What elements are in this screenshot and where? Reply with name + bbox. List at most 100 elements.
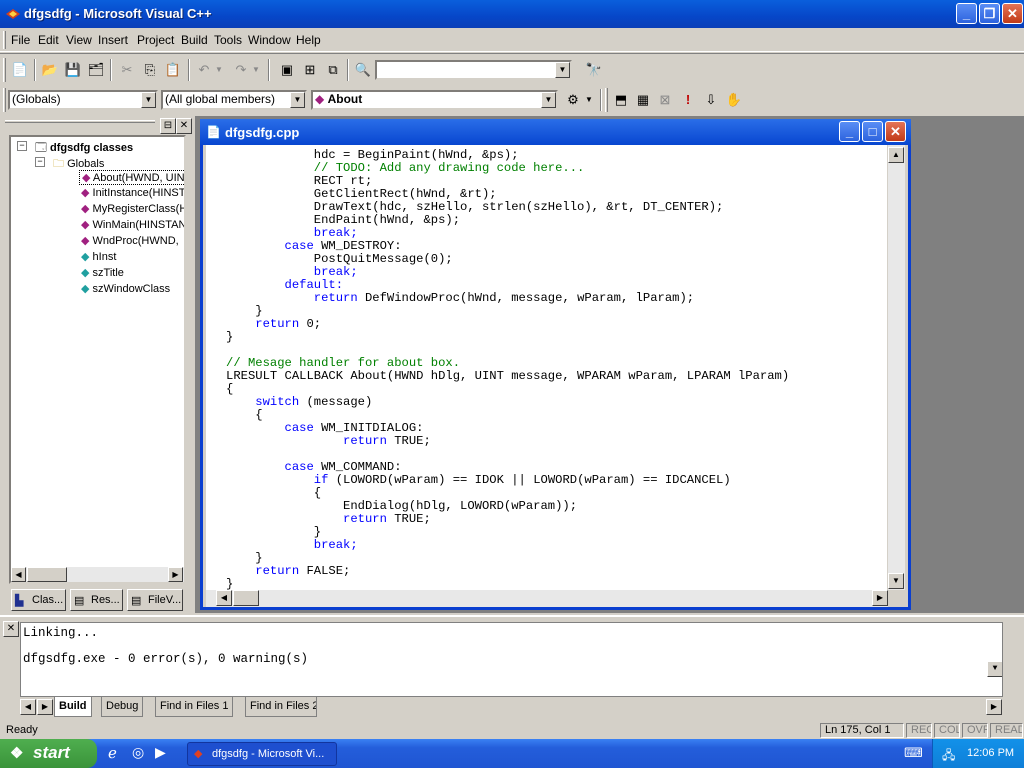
scope-combo[interactable]: (Globals) ▼ <box>8 90 158 110</box>
chevron-down-icon[interactable]: ▼ <box>141 92 156 108</box>
menu-edit[interactable]: Edit <box>38 33 59 47</box>
scroll-thumb[interactable] <box>27 567 67 582</box>
title-bar[interactable]: dfgsdfg - Microsoft Visual C++ _ ❐ ✕ <box>0 0 1024 28</box>
class-view-tree[interactable]: − 🗔 dfgsdfg classes − 🗀 Globals ◆ About(… <box>9 135 186 584</box>
taskbar-item-visual-cpp[interactable]: ◆ dfgsdfg - Microsoft Vi... <box>187 742 337 766</box>
output-toggle-icon[interactable]: ⊞ <box>299 59 321 81</box>
tab-find-in-files-1[interactable]: Find in Files 1 <box>155 697 234 717</box>
new-text-file-icon[interactable]: 📄 <box>9 59 31 81</box>
save-icon[interactable]: 💾 <box>62 59 84 81</box>
output-text[interactable]: Linking... dfgsdfg.exe - 0 error(s), 0 w… <box>20 622 1003 697</box>
undo-dropdown-icon[interactable]: ▼ <box>213 59 225 81</box>
stop-build-icon[interactable]: ⊠ <box>654 89 676 111</box>
code-area[interactable]: hdc = BeginPaint(hWnd, &ps); // TODO: Ad… <box>206 145 887 590</box>
media-player-icon[interactable]: ▶ <box>155 744 166 761</box>
cut-icon[interactable]: ✂ <box>116 59 138 81</box>
members-combo[interactable]: (All global members) ▼ <box>161 90 307 110</box>
execute-icon[interactable]: ! <box>677 89 699 111</box>
toolbar-grip[interactable] <box>3 88 6 112</box>
menu-file[interactable]: File <box>11 33 30 47</box>
open-folder-icon[interactable]: 📂 <box>39 59 61 81</box>
find-combo[interactable]: ▼ <box>375 60 572 80</box>
tab-build[interactable]: Build <box>54 697 92 717</box>
pane-close-icon[interactable]: ✕ <box>176 118 192 134</box>
chevron-down-icon[interactable]: ▼ <box>290 92 305 108</box>
menu-view[interactable]: View <box>66 33 92 47</box>
tree-item[interactable]: ◆ szWindowClass <box>81 282 170 295</box>
collapse-icon[interactable]: − <box>17 141 27 151</box>
tab-class-view[interactable]: ▙ Clas... <box>11 589 66 611</box>
scroll-left-icon[interactable]: ◀ <box>216 590 232 606</box>
scroll-right-icon[interactable]: ▶ <box>37 699 53 715</box>
tree-item[interactable]: ◆ szTitle <box>81 266 124 279</box>
pane-close-icon[interactable]: ✕ <box>3 621 19 637</box>
build-icon[interactable]: ▦ <box>632 89 654 111</box>
scroll-left-icon[interactable]: ◀ <box>11 567 26 582</box>
editor-close-button[interactable]: ✕ <box>885 121 906 142</box>
editor-hscroll[interactable]: ◀ ▶ <box>206 590 888 607</box>
toolbar-grip[interactable] <box>605 88 608 112</box>
editor-title-bar[interactable]: 📄 dfgsdfg.cpp _ □ ✕ <box>200 119 911 145</box>
compile-icon[interactable]: ⬒ <box>610 89 632 111</box>
chevron-down-icon[interactable]: ▼ <box>541 92 556 108</box>
maximize-button[interactable]: ❐ <box>979 3 1000 24</box>
editor-maximize-button[interactable]: □ <box>862 121 883 142</box>
menu-window[interactable]: Window <box>248 33 291 47</box>
wizard-action-icon[interactable]: ⚙ <box>562 89 584 111</box>
scroll-down-icon[interactable]: ▼ <box>888 573 904 589</box>
close-button[interactable]: ✕ <box>1002 3 1023 24</box>
menu-insert[interactable]: Insert <box>98 33 128 47</box>
scroll-down-icon[interactable]: ▼ <box>987 661 1002 677</box>
outlook-express-icon[interactable]: ◎ <box>132 744 144 761</box>
tree-hscroll[interactable]: ◀ ▶ <box>11 567 184 582</box>
window-list-icon[interactable]: ⧉ <box>322 59 344 81</box>
start-button[interactable]: ❖ start <box>0 739 97 768</box>
menu-tools[interactable]: Tools <box>214 33 242 47</box>
network-icon[interactable]: 🖧 <box>942 746 955 767</box>
keyboard-icon[interactable]: ⌨ <box>904 745 923 761</box>
tree-item[interactable]: ◆ About(HWND, UIN <box>79 170 184 185</box>
tree-item[interactable]: ◆ InitInstance(HINST <box>81 186 184 199</box>
minimize-button[interactable]: _ <box>956 3 977 24</box>
scroll-up-icon[interactable]: ▲ <box>888 147 904 163</box>
tree-item[interactable]: ◆ WinMain(HINSTAN <box>81 218 184 231</box>
save-all-icon[interactable]: 🗂 <box>85 59 107 81</box>
pane-grip[interactable] <box>5 120 155 123</box>
function-combo[interactable]: ◆ About ▼ <box>311 90 558 110</box>
tree-item[interactable]: ◆ MyRegisterClass(H <box>81 202 184 215</box>
redo-dropdown-icon[interactable]: ▼ <box>250 59 262 81</box>
scroll-left-icon[interactable]: ◀ <box>20 699 36 715</box>
wizard-dropdown-icon[interactable]: ▼ <box>583 89 595 111</box>
scroll-right-icon[interactable]: ▶ <box>872 590 888 606</box>
tree-item[interactable]: ◆ hInst <box>81 250 116 263</box>
editor-vscroll[interactable]: ▲ ▼ <box>888 145 905 590</box>
scroll-right-icon[interactable]: ▶ <box>168 567 183 582</box>
go-icon[interactable]: ⇩ <box>700 89 722 111</box>
scroll-right-icon[interactable]: ▶ <box>986 699 1002 715</box>
menu-project[interactable]: Project <box>137 33 174 47</box>
paste-icon[interactable]: 📋 <box>162 59 184 81</box>
collapse-icon[interactable]: − <box>35 157 45 167</box>
tab-resource-view[interactable]: ▤ Res... <box>70 589 123 611</box>
undo-icon[interactable]: ↶ <box>193 59 215 81</box>
internet-explorer-icon[interactable]: ℯ <box>108 744 117 762</box>
find-icon[interactable]: 🔭 <box>583 59 605 81</box>
tab-find-in-files-2[interactable]: Find in Files 2 <box>245 697 317 717</box>
redo-icon[interactable]: ↷ <box>230 59 252 81</box>
scroll-thumb[interactable] <box>233 590 259 606</box>
editor-minimize-button[interactable]: _ <box>839 121 860 142</box>
clock[interactable]: 12:06 PM <box>967 747 1014 759</box>
menu-help[interactable]: Help <box>296 33 321 47</box>
menu-grip[interactable] <box>3 31 6 49</box>
workspace-toggle-icon[interactable]: ▣ <box>276 59 298 81</box>
tab-file-view[interactable]: ▤ FileV... <box>127 589 183 611</box>
tree-item[interactable]: ◆ WndProc(HWND, <box>81 234 179 247</box>
find-in-files-icon[interactable]: 🔍 <box>352 59 374 81</box>
menu-build[interactable]: Build <box>181 33 208 47</box>
tab-debug[interactable]: Debug <box>101 697 144 717</box>
breakpoint-hand-icon[interactable]: ✋ <box>723 89 745 111</box>
copy-icon[interactable]: ⎘ <box>139 59 161 81</box>
toolbar-grip[interactable] <box>3 58 6 82</box>
chevron-down-icon[interactable]: ▼ <box>555 62 570 78</box>
pane-restore-icon[interactable]: ⊟ <box>160 118 176 134</box>
